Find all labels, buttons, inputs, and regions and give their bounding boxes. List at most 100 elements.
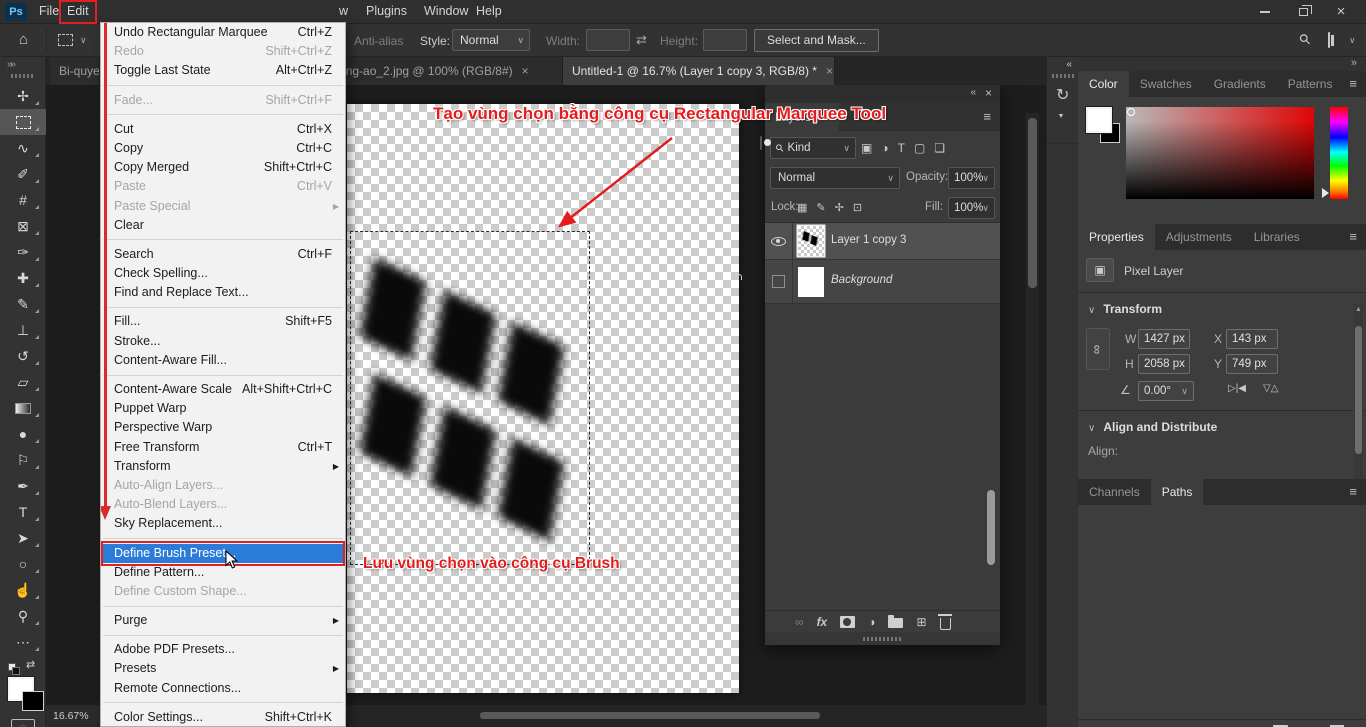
width-input[interactable] [586,29,630,51]
filter-shape-icon[interactable]: ▢ [914,141,925,155]
anti-alias-label[interactable]: Anti-alias [354,34,403,48]
menubar-item-plugins[interactable]: Plugins [360,0,413,24]
x-input[interactable]: 143 px [1226,329,1278,349]
flip-vertical-icon[interactable]: ▽△ [1263,383,1278,394]
menu-item-fade[interactable]: Fade...Shift+Ctrl+F [101,91,345,110]
menu-item-undo-rectangular-marquee[interactable]: Undo Rectangular MarqueeCtrl+Z [101,23,345,42]
width-input[interactable]: 1427 px [1138,329,1190,349]
menu-item-perspective-warp[interactable]: Perspective Warp [101,418,345,437]
toolbar-grip[interactable] [11,74,35,78]
tab-paths[interactable]: Paths [1151,479,1204,505]
height-input[interactable] [703,29,747,51]
menu-item-content-aware-scale[interactable]: Content-Aware ScaleAlt+Shift+Ctrl+C [101,380,345,399]
menu-item-presets[interactable]: Presets▶ [101,659,345,678]
swap-dimensions-icon[interactable]: ⇄ [636,32,647,48]
menu-item-copy[interactable]: CopyCtrl+C [101,139,345,158]
foreground-color-swatch[interactable] [1086,107,1112,133]
filter-type-icon[interactable]: T [898,141,905,155]
menu-item-copy-merged[interactable]: Copy MergedShift+Ctrl+C [101,158,345,177]
restore-button[interactable] [1288,0,1318,23]
collapse-panels-icon[interactable]: » [1351,57,1357,69]
lock-pixels-icon[interactable]: ✎ [816,201,825,214]
properties-scrollbar[interactable]: ▲ ▼ [1354,304,1363,496]
tab-close-icon[interactable]: × [826,64,833,78]
layer-effects-icon[interactable]: fx [817,615,828,629]
menu-item-find-and-replace-text[interactable]: Find and Replace Text... [101,283,345,302]
link-layers-icon[interactable]: ∞ [795,615,804,629]
y-input[interactable]: 749 px [1226,354,1278,374]
filter-toggle-icon[interactable] [760,136,762,150]
minimize-button[interactable] [1250,0,1280,23]
close-button[interactable]: × [1326,0,1356,23]
layers-resize-grip[interactable] [765,632,1000,645]
menu-item-color-settings[interactable]: Color Settings...Shift+Ctrl+K [101,708,345,727]
layer-thumbnail[interactable] [798,267,824,297]
filter-image-icon[interactable]: ▣ [861,141,872,155]
tab-close-icon[interactable]: × [522,64,529,78]
blur-tool[interactable]: ● [0,421,46,447]
document-tab[interactable]: Bi-quye [50,57,100,85]
properties-scrollbar-thumb[interactable] [1355,326,1362,454]
kind-filter-select[interactable]: ⚲ Kind ∨ [770,137,856,159]
crop-tool[interactable]: # [0,187,46,213]
rectangular-marquee-tool[interactable] [0,109,46,135]
tab-properties[interactable]: Properties [1078,224,1155,250]
vertical-scrollbar[interactable] [1026,113,1039,727]
menu-item-transform[interactable]: Transform▶ [101,457,345,476]
color-menu-icon[interactable]: ≡ [1349,76,1357,91]
quick-selection-tool[interactable]: ✐ [0,161,46,187]
menubar-item-help[interactable]: Help [470,0,508,24]
menu-item-redo[interactable]: RedoShift+Ctrl+Z [101,42,345,61]
layer-thumbnail[interactable] [798,226,824,256]
menu-item-auto-blend-layers[interactable]: Auto-Blend Layers... [101,495,345,514]
blend-mode-select[interactable]: Normal∨ [770,167,900,189]
hand-tool[interactable]: ☝ [0,577,46,603]
tab-swatches[interactable]: Swatches [1129,71,1203,97]
filter-smart-object-icon[interactable]: ❏ [934,141,945,155]
more-tools[interactable]: ⋯ [0,629,46,655]
menu-item-puppet-warp[interactable]: Puppet Warp [101,399,345,418]
collapse-dock-icon[interactable]: « [1066,59,1072,70]
adjustment-layer-icon[interactable]: ◑ [868,615,875,629]
horizontal-scrollbar-thumb[interactable] [480,712,820,719]
history-panel-icon[interactable]: ↻ [1056,85,1069,105]
angle-input[interactable]: 0.00°∨ [1138,381,1194,401]
swap-colors-group[interactable]: ⇄ [8,661,42,674]
tab-patterns[interactable]: Patterns [1277,71,1344,97]
menubar-item-edit[interactable]: Edit [59,0,97,24]
visibility-cell[interactable] [765,223,793,259]
menu-item-check-spelling[interactable]: Check Spelling... [101,264,345,283]
vertical-scrollbar-thumb[interactable] [1028,118,1037,288]
tab-channels[interactable]: Channels [1078,479,1151,505]
lock-transparent-icon[interactable]: ▦ [797,201,807,214]
menu-item-adobe-pdf-presets[interactable]: Adobe PDF Presets... [101,640,345,659]
background-color-swatch[interactable] [22,691,44,711]
filter-adjustment-icon[interactable]: ◑ [881,141,888,155]
collapse-panel-icon[interactable]: « [970,87,976,98]
align-section-header[interactable]: ∨Align and Distribute [1088,420,1217,434]
gradient-tool[interactable] [0,395,46,421]
zoom-tool[interactable]: ⚲ [0,603,46,629]
workspace-chevron-icon[interactable]: ∨ [1349,35,1356,46]
visibility-cell[interactable] [765,260,793,303]
menu-item-sky-replacement[interactable]: Sky Replacement... [101,514,345,533]
flip-horizontal-icon[interactable]: ▷|◀ [1228,383,1246,394]
layer-row[interactable]: Background [765,260,1000,304]
paths-menu-icon[interactable]: ≡ [1349,484,1357,499]
menu-item-define-custom-shape[interactable]: Define Custom Shape... [101,582,345,601]
tab-adjustments[interactable]: Adjustments [1155,224,1243,250]
eraser-tool[interactable]: ▱ [0,369,46,395]
tool-preset-chevron-icon[interactable]: ∨ [80,35,87,46]
pen-tool[interactable]: ✒ [0,473,46,499]
menu-item-remote-connections[interactable]: Remote Connections... [101,679,345,698]
layers-menu-icon[interactable]: ≡ [983,109,991,124]
new-layer-icon[interactable]: ⊞ [916,615,926,629]
healing-brush-tool[interactable]: ✚ [0,265,46,291]
color-field[interactable] [1126,107,1314,199]
dock-grip[interactable] [1052,74,1074,78]
layer-name[interactable]: Layer 1 copy 3 [831,234,906,246]
menu-item-content-aware-fill[interactable]: Content-Aware Fill... [101,351,345,370]
menu-item-search[interactable]: SearchCtrl+F [101,245,345,264]
history-brush-tool[interactable]: ↺ [0,343,46,369]
menu-item-stroke[interactable]: Stroke... [101,332,345,351]
